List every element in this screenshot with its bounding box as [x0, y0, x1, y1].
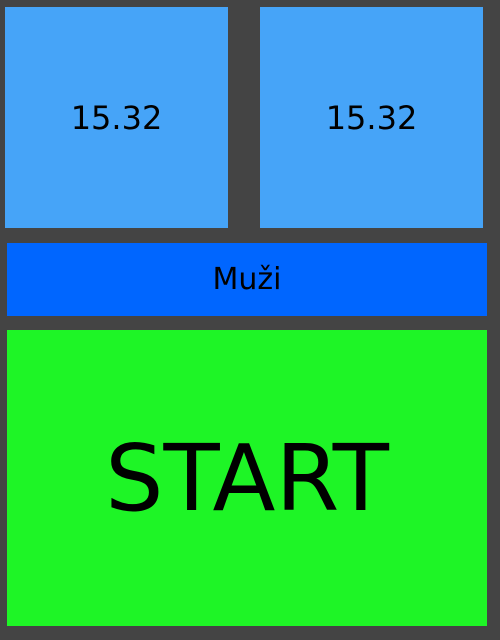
category-label: Muži	[212, 262, 282, 297]
time-left-button[interactable]: 15.32	[5, 7, 228, 228]
category-button[interactable]: Muži	[7, 243, 487, 316]
start-label: START	[105, 424, 389, 532]
time-right-button[interactable]: 15.32	[260, 7, 483, 228]
time-right-value: 15.32	[325, 98, 418, 137]
start-button[interactable]: START	[7, 330, 487, 626]
time-left-value: 15.32	[70, 98, 163, 137]
